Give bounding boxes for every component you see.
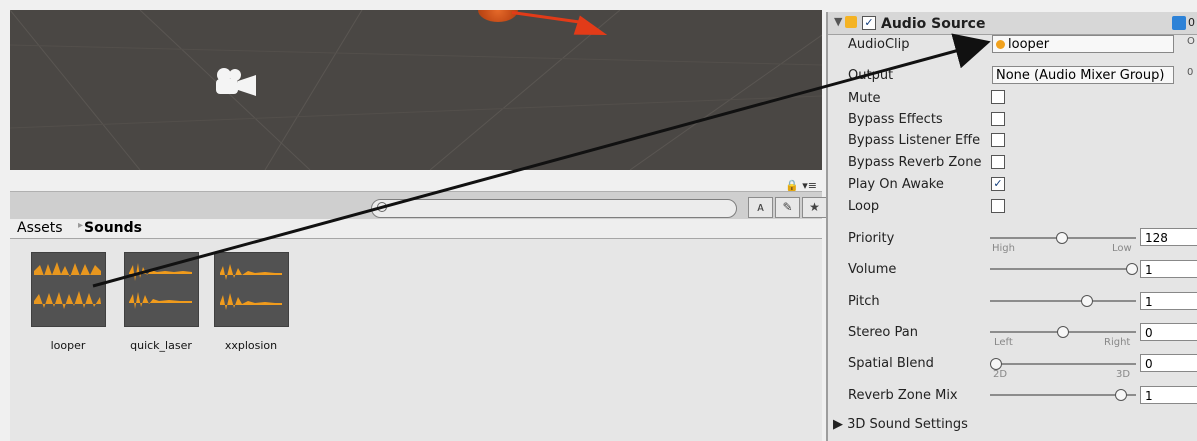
asset-explosion[interactable]: xxplosion [211,252,291,352]
filter-by-label-button[interactable]: ✎ [775,197,800,218]
audio-waveform-icon [30,252,106,327]
loop-label: Loop [848,199,880,214]
mute-checkbox[interactable] [991,90,1005,104]
output-label: Output [848,68,894,83]
help-icon[interactable] [1172,16,1186,30]
header-right-indicator: 0 [1188,16,1195,29]
audio-clip-object-selector-icon[interactable]: O [1187,36,1195,47]
audio-clip-label: AudioClip [848,37,910,52]
output-field[interactable]: None (Audio Mixer Group) [992,66,1174,84]
component-enabled-checkbox[interactable]: ✓ [862,16,876,30]
mute-label: Mute [848,91,881,106]
editor-frame: 🔒 ▾≡ ᴀ ✎ ★ Assets ▸ Sounds looper quick_… [0,0,1197,441]
bypass-listener-effects-checkbox[interactable] [991,133,1005,147]
volume-label: Volume [848,262,897,277]
inspector-panel: ▼ ✓ Audio Source 0 AudioClip looper O Ou… [826,12,1197,441]
scene-grid-lines [10,10,822,170]
reverb-zone-mix-label: Reverb Zone Mix [848,388,958,403]
audio-source-header[interactable]: ▼ ✓ Audio Source 0 [828,12,1197,35]
pitch-label: Pitch [848,294,880,309]
priority-slider-knob[interactable] [1056,232,1068,244]
priority-high-label: High [992,243,1015,254]
spatial-blend-slider[interactable] [990,358,1136,370]
priority-slider[interactable] [990,232,1136,244]
bypass-reverb-zones-checkbox[interactable] [991,155,1005,169]
asset-label: looper [50,339,86,352]
bypass-effects-checkbox[interactable] [991,112,1005,126]
stereo-pan-slider[interactable] [990,326,1136,338]
search-icon [377,202,387,212]
asset-label: xxplosion [224,339,278,352]
scene-view[interactable] [10,10,822,170]
loop-checkbox[interactable] [991,199,1005,213]
pitch-value[interactable]: 1 [1140,292,1197,310]
priority-value[interactable]: 128 [1140,228,1197,246]
stereo-pan-slider-knob[interactable] [1057,326,1069,338]
project-toolbar: ᴀ ✎ ★ [10,191,827,220]
spatial-2d-label: 2D [993,369,1008,380]
reverb-zone-mix-slider-knob[interactable] [1115,389,1127,401]
asset-looper[interactable]: looper [28,252,108,352]
breadcrumb-assets[interactable]: Assets [17,220,63,236]
audio-waveform-icon [213,252,289,327]
audio-clip-value: looper [1008,37,1050,52]
toolbar-buttons: ᴀ ✎ ★ [748,197,827,218]
stereo-left-label: Left [994,337,1013,348]
bypass-listener-effects-label: Bypass Listener Effe [848,133,981,148]
volume-slider[interactable] [990,263,1138,275]
breadcrumb-separator: ▸ [78,220,84,231]
sound-settings-label: 3D Sound Settings [847,417,968,432]
component-title: Audio Source [881,16,986,32]
pitch-slider-knob[interactable] [1081,295,1093,307]
priority-low-label: Low [1112,243,1132,254]
breadcrumb-sounds[interactable]: Sounds [84,220,142,236]
pitch-slider[interactable] [990,295,1136,307]
stereo-right-label: Right [1104,337,1131,348]
volume-value[interactable]: 1 [1140,260,1197,278]
output-object-selector-icon[interactable]: 0 [1187,67,1193,78]
asset-label: quick_laser [130,339,192,352]
audio-waveform-icon [123,252,199,327]
breadcrumb: Assets ▸ Sounds [10,219,822,239]
asset-grid: looper quick_laser xxplosion [10,239,822,441]
favorite-button[interactable]: ★ [802,197,827,218]
filter-by-type-button[interactable]: ᴀ [748,197,773,218]
volume-slider-knob[interactable] [1126,263,1138,275]
sound-settings-foldout[interactable]: ▶ 3D Sound Settings [833,417,968,432]
play-on-awake-label: Play On Awake [848,177,944,192]
bypass-reverb-zones-label: Bypass Reverb Zone [848,155,982,170]
stereo-pan-label: Stereo Pan [848,325,918,340]
asset-quick-laser[interactable]: quick_laser [121,252,201,352]
reverb-zone-mix-slider[interactable] [990,389,1136,401]
stereo-pan-value[interactable]: 0 [1140,323,1197,341]
search-input[interactable] [371,199,737,218]
audio-clip-field[interactable]: looper [992,35,1174,53]
audio-clip-icon [996,40,1005,49]
spatial-3d-label: 3D [1116,369,1131,380]
reverb-zone-mix-value[interactable]: 1 [1140,386,1197,404]
speaker-icon [845,16,857,28]
camera-icon[interactable] [214,68,258,98]
bypass-effects-label: Bypass Effects [848,112,943,127]
play-on-awake-checkbox[interactable]: ✓ [991,177,1005,191]
collapse-triangle-icon[interactable]: ▼ [834,15,842,28]
spatial-blend-value[interactable]: 0 [1140,354,1197,372]
spatial-blend-label: Spatial Blend [848,356,934,371]
priority-label: Priority [848,231,895,246]
